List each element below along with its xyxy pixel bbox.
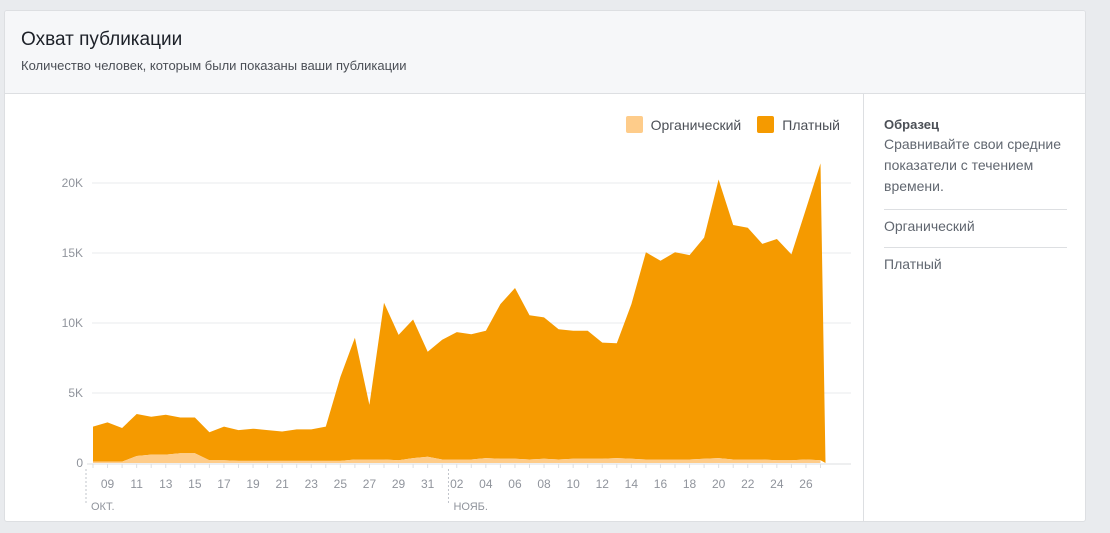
x-tick-label: 21	[275, 477, 289, 491]
x-tick-label: 02	[450, 477, 464, 491]
x-tick-label: 22	[741, 477, 755, 491]
x-tick-label: 13	[159, 477, 173, 491]
x-tick-label: 12	[596, 477, 610, 491]
chart-area: Органический Платный 0 5K 10K 15K 20K 09 11 13 1…	[5, 94, 863, 521]
y-tick-label: 20K	[62, 176, 83, 190]
x-tick-label: 29	[392, 477, 406, 491]
x-tick-label: 10	[566, 477, 580, 491]
benchmark-item-paid[interactable]: Платный	[884, 248, 1067, 285]
benchmark-item-organic[interactable]: Органический	[884, 210, 1067, 247]
x-tick-label: 04	[479, 477, 493, 491]
x-tick-label: 24	[770, 477, 784, 491]
x-tick-label: 15	[188, 477, 202, 491]
benchmark-panel: Образец Сравнивайте свои средние показат…	[863, 94, 1085, 521]
y-tick-label: 0	[76, 456, 83, 470]
x-tick-label: 08	[537, 477, 551, 491]
x-tick-label: 18	[683, 477, 697, 491]
benchmark-title: Образец	[884, 117, 939, 132]
card-subtitle: Количество человек, которым были показан…	[21, 58, 407, 73]
x-tick-label: 26	[799, 477, 813, 491]
x-tick-label: 31	[421, 477, 435, 491]
y-tick-label: 10K	[62, 316, 83, 330]
y-tick-label: 15K	[62, 246, 83, 260]
x-tick-label: 20	[712, 477, 726, 491]
benchmark-description: Сравнивайте свои средние показатели с те…	[884, 136, 1062, 194]
reach-chart: 0 5K 10K 15K 20K 09 11 13 15 17 19 21 23 25 27 29 31 02 04…	[62, 163, 851, 513]
month-label: ОКТ.	[91, 501, 115, 513]
reach-card: Охват публикации Количество человек, кот…	[4, 10, 1086, 522]
x-tick-label: 06	[508, 477, 522, 491]
x-tick-label: 16	[654, 477, 668, 491]
card-header: Охват публикации Количество человек, кот…	[5, 11, 1085, 94]
series-area-paid	[93, 163, 826, 463]
x-tick-label: 14	[625, 477, 639, 491]
card-title: Охват публикации	[21, 29, 183, 50]
x-tick-label: 27	[363, 477, 377, 491]
x-tick-label: 09	[101, 477, 115, 491]
y-tick-label: 5K	[68, 386, 83, 400]
month-label: НОЯБ.	[453, 501, 487, 513]
x-tick-label: 19	[246, 477, 260, 491]
x-tick-label: 17	[217, 477, 231, 491]
x-tick-label: 11	[130, 477, 143, 491]
x-tick-label: 23	[305, 477, 319, 491]
x-tick-label: 25	[334, 477, 348, 491]
